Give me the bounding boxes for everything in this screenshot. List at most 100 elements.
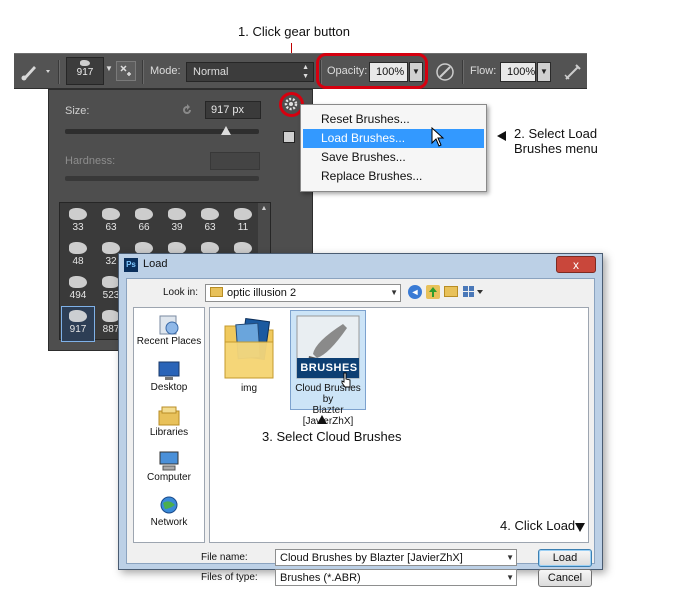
- look-in-select[interactable]: optic illusion 2 ▼: [205, 284, 401, 302]
- brush-size-number: 33: [72, 222, 84, 233]
- place-network[interactable]: Network: [134, 495, 204, 528]
- size-slider-thumb[interactable]: [221, 126, 232, 135]
- file-item-cloud-brushes[interactable]: BRUSHES Cloud Brushes by Blazter [Javier…: [290, 310, 366, 427]
- brush-preset-cell[interactable]: 39: [161, 205, 193, 239]
- brush-tip-icon: [69, 242, 87, 254]
- place-libraries[interactable]: Libraries: [134, 405, 204, 438]
- flow-input[interactable]: 100%: [500, 62, 536, 82]
- dialog-title: Load: [143, 258, 168, 270]
- brush-size-number: 48: [72, 256, 84, 267]
- brush-size-number: 63: [204, 222, 216, 233]
- brush-tip-icon: [234, 208, 252, 220]
- file-type-select[interactable]: Brushes (*.ABR) ▼: [275, 569, 517, 586]
- mode-select[interactable]: Normal ▲ ▼: [186, 62, 314, 82]
- brush-size-readout: 917: [76, 67, 94, 78]
- folder-icon: [210, 287, 223, 297]
- file-type-value: Brushes (*.ABR): [280, 572, 361, 584]
- recent-places-icon: [157, 314, 181, 335]
- brush-size-number: 494: [69, 290, 87, 301]
- brush-tip-icon: [69, 276, 87, 288]
- step2-annotation: 2. Select Load Brushes menu: [497, 126, 598, 156]
- toolbar-separator: [462, 60, 464, 84]
- brush-preset-cell[interactable]: 66: [128, 205, 160, 239]
- size-label: Size:: [65, 105, 90, 117]
- mouse-cursor-icon: [431, 126, 445, 150]
- file-item-img[interactable]: img: [218, 316, 280, 396]
- place-computer[interactable]: Computer: [134, 450, 204, 483]
- pressure-opacity-icon[interactable]: [434, 61, 456, 83]
- mode-label: Mode:: [150, 65, 181, 77]
- dialog-titlebar: Ps Load x: [119, 254, 602, 276]
- file-name-input[interactable]: Cloud Brushes by Blazter [JavierZhX] ▼: [275, 549, 517, 566]
- brush-size-number: 66: [138, 222, 150, 233]
- toolbar-separator: [58, 60, 60, 84]
- file-name-line2: Blazter [JavierZhX]: [302, 405, 354, 427]
- libraries-icon: [157, 405, 181, 426]
- network-icon: [157, 495, 181, 515]
- brush-preset-cell[interactable]: 63: [194, 205, 226, 239]
- step2-line2: Brushes menu: [514, 141, 598, 156]
- brush-size-number: 39: [171, 222, 183, 233]
- dialog-close-button[interactable]: x: [556, 256, 596, 273]
- toggle-brush-panel-icon[interactable]: [116, 61, 136, 81]
- brush-preset-cell[interactable]: 11: [227, 205, 259, 239]
- brush-tool-icon[interactable]: [20, 60, 54, 82]
- up-folder-icon[interactable]: [426, 285, 440, 299]
- view-menu-icon[interactable]: [462, 285, 484, 299]
- brush-preset-cell[interactable]: 917: [61, 306, 95, 342]
- brush-size-number: 63: [105, 222, 117, 233]
- brush-preset-cell[interactable]: 48: [62, 239, 94, 273]
- new-folder-icon[interactable]: [444, 286, 458, 297]
- load-button[interactable]: Load: [538, 549, 592, 567]
- dialog-body: Look in: optic illusion 2 ▼ ◄ Recent Pla…: [126, 278, 595, 587]
- mode-spinner-icon: ▲ ▼: [302, 64, 309, 80]
- mouse-cursor-icon: [340, 372, 352, 391]
- menu-item-save-brushes[interactable]: Save Brushes...: [303, 148, 484, 167]
- brush-options-menu: Reset Brushes... Load Brushes... Save Br…: [300, 104, 487, 192]
- file-name-label: File name:: [201, 552, 248, 563]
- toolbar-separator: [142, 60, 144, 84]
- step4-annotation: 4. Click Load: [500, 518, 576, 533]
- hardness-label: Hardness:: [65, 155, 116, 167]
- brush-tip-icon: [69, 310, 87, 322]
- desktop-icon: [157, 360, 181, 380]
- place-desktop[interactable]: Desktop: [134, 360, 204, 393]
- brush-preset-picker[interactable]: 917: [66, 57, 104, 85]
- file-name-value: Cloud Brushes by Blazter [JavierZhX]: [280, 552, 463, 564]
- step2-line1: 2. Select Load: [514, 126, 598, 141]
- menu-item-replace-brushes[interactable]: Replace Brushes...: [303, 167, 484, 186]
- step3-arrow-icon: [317, 415, 327, 424]
- back-nav-icon[interactable]: ◄: [408, 285, 422, 299]
- brush-size-number: 11: [237, 222, 249, 233]
- load-dialog: Ps Load x Look in: optic illusion 2 ▼ ◄ …: [118, 253, 603, 587]
- step2-arrow-icon: [497, 131, 506, 141]
- places-bar: Recent Places Desktop Libraries Computer…: [133, 307, 205, 543]
- cancel-button[interactable]: Cancel: [538, 569, 592, 587]
- menu-item-load-brushes[interactable]: Load Brushes...: [303, 129, 484, 148]
- computer-icon: [157, 450, 181, 471]
- reset-size-icon[interactable]: [179, 102, 195, 118]
- flow-label: Flow:: [470, 65, 497, 77]
- brush-preset-cell[interactable]: 33: [62, 205, 94, 239]
- step4-arrow-icon: [575, 523, 585, 532]
- file-type-dropdown-icon: ▼: [506, 573, 514, 582]
- mode-value: Normal: [193, 66, 229, 78]
- brush-preset-cell[interactable]: 63: [95, 205, 127, 239]
- file-name-dropdown-icon: ▼: [506, 553, 514, 562]
- brush-size-number: 917: [69, 324, 87, 335]
- step1-annotation: 1. Click gear button: [238, 24, 351, 39]
- brush-picker-dropdown[interactable]: ▼: [105, 64, 113, 73]
- brush-preview-icon: [80, 60, 90, 66]
- tool-options-bar: 917 ▼ Mode: Normal ▲ ▼ Opacity: 100% ▼ Fl…: [14, 53, 587, 89]
- brush-preset-cell[interactable]: 494: [62, 273, 94, 307]
- look-in-value: optic illusion 2: [227, 287, 297, 299]
- file-list: img BRUSHES Cloud Brushes by Blazter [Ja…: [209, 307, 589, 543]
- brush-tip-icon: [135, 208, 153, 220]
- menu-item-reset-brushes[interactable]: Reset Brushes...: [303, 110, 484, 129]
- flow-dropdown[interactable]: ▼: [537, 62, 551, 82]
- new-preset-icon[interactable]: [283, 131, 295, 143]
- file-type-label: Files of type:: [201, 572, 258, 583]
- airbrush-icon[interactable]: [562, 61, 584, 83]
- size-input[interactable]: 917 px: [205, 101, 261, 119]
- place-recent-places[interactable]: Recent Places: [134, 314, 204, 347]
